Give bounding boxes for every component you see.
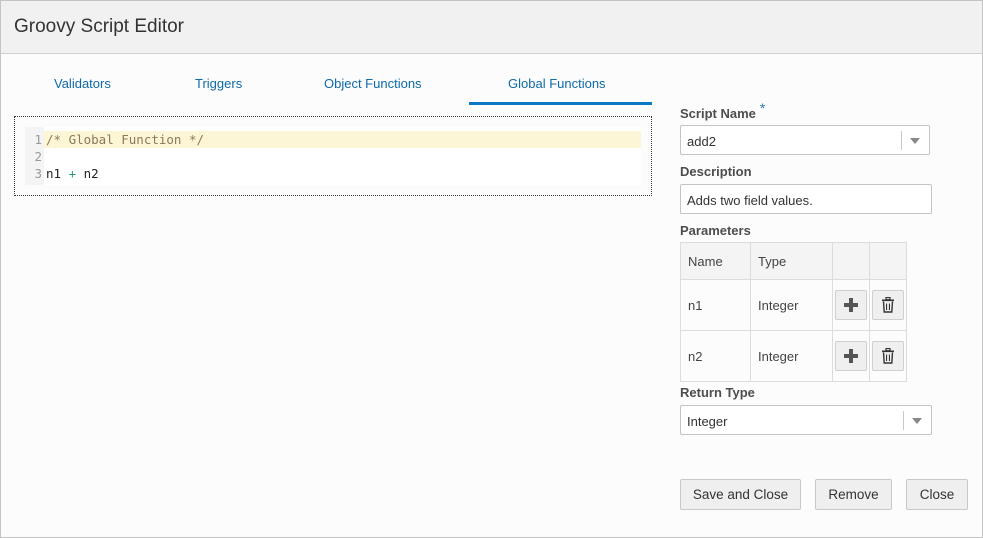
delete-cell	[869, 279, 907, 331]
tab-triggers[interactable]: Triggers	[195, 76, 242, 91]
code-operator: +	[68, 166, 77, 181]
param-name: n2	[680, 330, 751, 382]
delete-cell	[869, 330, 907, 382]
chevron-down-icon[interactable]	[912, 418, 922, 424]
return-type-select[interactable]: Integer	[680, 405, 932, 435]
required-marker: *	[759, 100, 766, 116]
tab-bar: Validators Triggers Object Functions Glo…	[1, 54, 661, 106]
plus-icon	[844, 349, 858, 363]
table-row: n2 Integer	[680, 330, 907, 382]
select-separator	[903, 411, 904, 430]
code-editor[interactable]: 1 /* Global Function */ 2 3 n1 + n2	[25, 127, 641, 185]
code-identifier: n1	[46, 166, 69, 181]
add-cell	[832, 279, 870, 331]
script-name-value: add2	[687, 134, 716, 149]
script-name-select[interactable]: add2	[680, 125, 930, 155]
dialog-header: Groovy Script Editor	[1, 1, 982, 54]
table-header-row: Name Type	[680, 242, 907, 280]
code-editor-frame: 1 /* Global Function */ 2 3 n1 + n2	[14, 116, 652, 196]
add-parameter-button[interactable]	[835, 341, 867, 371]
line-number: 2	[34, 149, 42, 164]
column-header-delete	[869, 242, 907, 280]
dialog-title: Groovy Script Editor	[14, 16, 184, 37]
close-button[interactable]: Close	[906, 479, 968, 510]
chevron-down-icon[interactable]	[910, 138, 920, 144]
groovy-script-editor-dialog: Groovy Script Editor Validators Triggers…	[0, 0, 983, 538]
code-line[interactable]: 1 /* Global Function */	[25, 131, 641, 148]
column-header-name: Name	[680, 242, 751, 280]
param-type: Integer	[750, 279, 833, 331]
return-type-label: Return Type	[680, 385, 755, 400]
column-header-add	[832, 242, 870, 280]
tab-validators[interactable]: Validators	[54, 76, 111, 91]
line-number: 3	[34, 166, 42, 181]
remove-button[interactable]: Remove	[815, 479, 892, 510]
code-identifier: n2	[76, 166, 99, 181]
tab-object-functions[interactable]: Object Functions	[324, 76, 422, 91]
plus-icon	[844, 298, 858, 312]
trash-icon	[882, 297, 894, 313]
line-number: 1	[34, 132, 42, 147]
description-input[interactable]: Adds two field values.	[680, 184, 932, 214]
selected-tab-indicator	[469, 102, 652, 105]
param-name: n1	[680, 279, 751, 331]
select-separator	[901, 131, 902, 150]
code-text: n1 + n2	[46, 165, 99, 182]
table-row: n1 Integer	[680, 279, 907, 331]
delete-parameter-button[interactable]	[872, 290, 904, 320]
tab-global-functions[interactable]: Global Functions	[508, 76, 606, 91]
code-comment: /* Global Function */	[46, 132, 205, 147]
param-type: Integer	[750, 330, 833, 382]
code-line[interactable]: 2	[25, 148, 641, 165]
script-name-label: Script Name *	[680, 100, 765, 121]
add-cell	[832, 330, 870, 382]
save-and-close-button[interactable]: Save and Close	[680, 479, 801, 510]
description-value: Adds two field values.	[687, 193, 813, 208]
column-header-type: Type	[750, 242, 833, 280]
script-name-label-text: Script Name	[680, 106, 756, 121]
add-parameter-button[interactable]	[835, 290, 867, 320]
trash-icon	[882, 348, 894, 364]
parameters-label: Parameters	[680, 223, 751, 238]
parameters-table: Name Type n1 Integer n2 Integer	[680, 242, 907, 382]
delete-parameter-button[interactable]	[872, 341, 904, 371]
code-line[interactable]: 3 n1 + n2	[25, 165, 641, 182]
return-type-value: Integer	[687, 414, 728, 429]
description-label: Description	[680, 164, 752, 179]
